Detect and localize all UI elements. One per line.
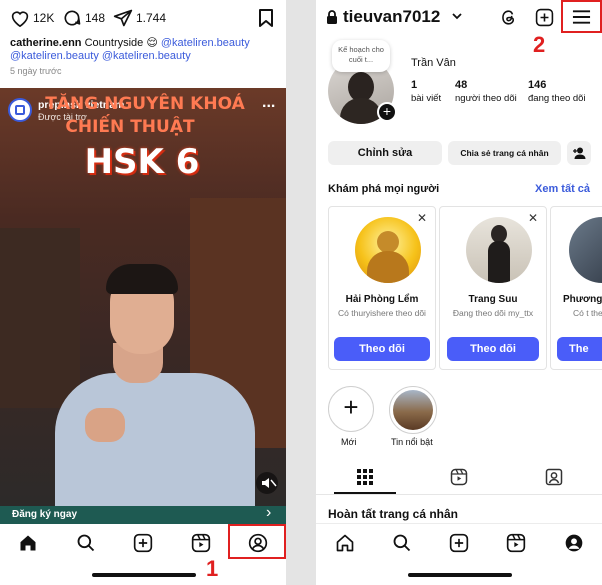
- suggestion-avatar: [355, 217, 421, 283]
- suggestion-card[interactable]: ✕ Phương Có t theo The: [550, 206, 602, 370]
- lock-icon: [326, 10, 338, 24]
- like-count: 12K: [33, 11, 55, 25]
- posts-label: bài viết: [411, 93, 442, 104]
- suggestion-name: Hải Phòng Lểm: [345, 294, 419, 305]
- mention-link[interactable]: @kateliren.beauty: [161, 37, 250, 49]
- ad-avatar[interactable]: [8, 98, 32, 122]
- step-number: 1: [206, 556, 219, 581]
- suggestion-reason: Có t theo: [573, 308, 602, 318]
- suggestion-avatar: [569, 217, 602, 283]
- search-icon[interactable]: [392, 533, 412, 553]
- suggestion-avatar: [466, 217, 532, 283]
- home-indicator: [92, 573, 196, 577]
- step-number: 2: [533, 32, 546, 57]
- following-label: đang theo dõi: [528, 93, 586, 104]
- create-post-icon[interactable]: [449, 533, 469, 553]
- suggestion-reason: Đang theo dõi my_ttx: [452, 308, 534, 318]
- discover-title: Khám phá mọi người: [328, 183, 440, 195]
- mention-link[interactable]: @kateliren.beauty: [102, 50, 191, 62]
- person-hair: [106, 264, 178, 294]
- followers-label: người theo dõi: [455, 93, 517, 104]
- following-count[interactable]: 146: [528, 79, 546, 91]
- display-name: Trần Vân: [411, 57, 456, 69]
- share-profile-button[interactable]: Chia sẻ trang cá nhân: [448, 141, 561, 165]
- suggestion-reason: Có thuryishere theo dõi: [338, 308, 426, 318]
- mention-link[interactable]: @kateliren.beauty: [10, 50, 99, 62]
- dismiss-icon[interactable]: ✕: [417, 211, 427, 225]
- suggestion-name: Phương: [563, 294, 602, 305]
- sponsored-video[interactable]: prep.hsk vietnam Được tài trợ ... TĂNG N…: [0, 88, 286, 524]
- bookmark-icon[interactable]: [258, 8, 274, 28]
- comment-icon[interactable]: [62, 8, 82, 28]
- video-title-line3: HSK 6: [84, 142, 200, 182]
- share-icon[interactable]: [113, 8, 133, 28]
- reels-icon[interactable]: [506, 533, 526, 553]
- feed-screen: 12K 148 1.744 catherine.enn Countryside …: [0, 0, 286, 585]
- create-post-icon[interactable]: [133, 533, 153, 553]
- home-indicator: [408, 573, 512, 577]
- suggestion-name: Trang Suu: [468, 294, 518, 305]
- add-story-icon[interactable]: +: [377, 102, 397, 122]
- background-panel: [0, 228, 80, 408]
- profile-icon[interactable]: [564, 533, 584, 553]
- highlight-box: [228, 524, 286, 559]
- new-highlight-label: Mới: [341, 437, 357, 447]
- profile-username[interactable]: tieuvan7012: [343, 7, 440, 27]
- heart-icon[interactable]: [10, 9, 30, 27]
- post-timestamp: 5 ngày trước: [10, 66, 62, 76]
- search-icon[interactable]: [76, 533, 96, 553]
- caption-text: Countryside 😌: [84, 37, 158, 49]
- home-icon[interactable]: [335, 533, 355, 553]
- person-shirt: [55, 373, 255, 524]
- follow-button[interactable]: Theo dõi: [334, 337, 430, 361]
- add-person-icon: [573, 147, 586, 159]
- more-options-icon[interactable]: ...: [262, 94, 275, 112]
- follow-button[interactable]: Theo dõi: [447, 337, 539, 361]
- profile-screen: tieuvan7012 2 + Kế hoạch cho cuối t... T…: [316, 0, 602, 585]
- new-highlight-button[interactable]: +: [328, 386, 374, 432]
- suggestion-card[interactable]: ✕ Hải Phòng Lểm Có thuryishere theo dõi …: [328, 206, 436, 370]
- person-hand: [85, 408, 125, 442]
- highlight-box: [561, 0, 602, 33]
- highlight-label: Tin nổi bật: [391, 437, 433, 447]
- caption-username[interactable]: catherine.enn: [10, 37, 82, 49]
- video-title-line2: CHIẾN THUẬT: [65, 117, 195, 137]
- dismiss-icon[interactable]: ✕: [528, 211, 538, 225]
- home-icon[interactable]: [18, 533, 38, 553]
- post-caption: catherine.enn Countryside 😌 @kateliren.b…: [10, 37, 280, 63]
- tab-divider: [316, 494, 602, 495]
- follow-button[interactable]: The: [557, 337, 602, 361]
- reels-icon[interactable]: [191, 533, 211, 553]
- cta-label: Đăng ký ngay: [12, 509, 78, 520]
- share-count: 1.744: [136, 11, 167, 25]
- reels-tab-icon[interactable]: [450, 468, 468, 486]
- highlight-story[interactable]: [389, 386, 437, 434]
- note-bubble[interactable]: Kế hoạch cho cuối t...: [332, 40, 390, 72]
- video-title-line1: TĂNG NGUYÊN KHOÁ: [45, 94, 245, 114]
- see-all-link[interactable]: Xem tất cả: [535, 183, 590, 195]
- suggestion-card[interactable]: ✕ Trang Suu Đang theo dõi my_ttx Theo dõ…: [439, 206, 547, 370]
- mute-icon[interactable]: [256, 472, 278, 494]
- complete-profile-title: Hoàn tất trang cá nhân: [328, 507, 459, 521]
- followers-count[interactable]: 48: [455, 79, 467, 91]
- posts-count[interactable]: 1: [411, 79, 417, 91]
- comment-count: 148: [85, 11, 106, 25]
- cta-bar[interactable]: Đăng ký ngay ›: [0, 504, 286, 524]
- add-friend-button[interactable]: [567, 141, 591, 165]
- grid-icon[interactable]: [357, 469, 373, 485]
- panel-divider: [286, 0, 316, 585]
- chevron-right-icon: ›: [266, 504, 272, 521]
- tagged-tab-icon[interactable]: [545, 468, 563, 486]
- chevron-down-icon[interactable]: [452, 13, 462, 20]
- threads-icon[interactable]: [499, 8, 518, 27]
- nav-divider: [316, 523, 602, 524]
- edit-profile-button[interactable]: Chỉnh sửa: [328, 141, 442, 165]
- add-content-icon[interactable]: [535, 8, 554, 27]
